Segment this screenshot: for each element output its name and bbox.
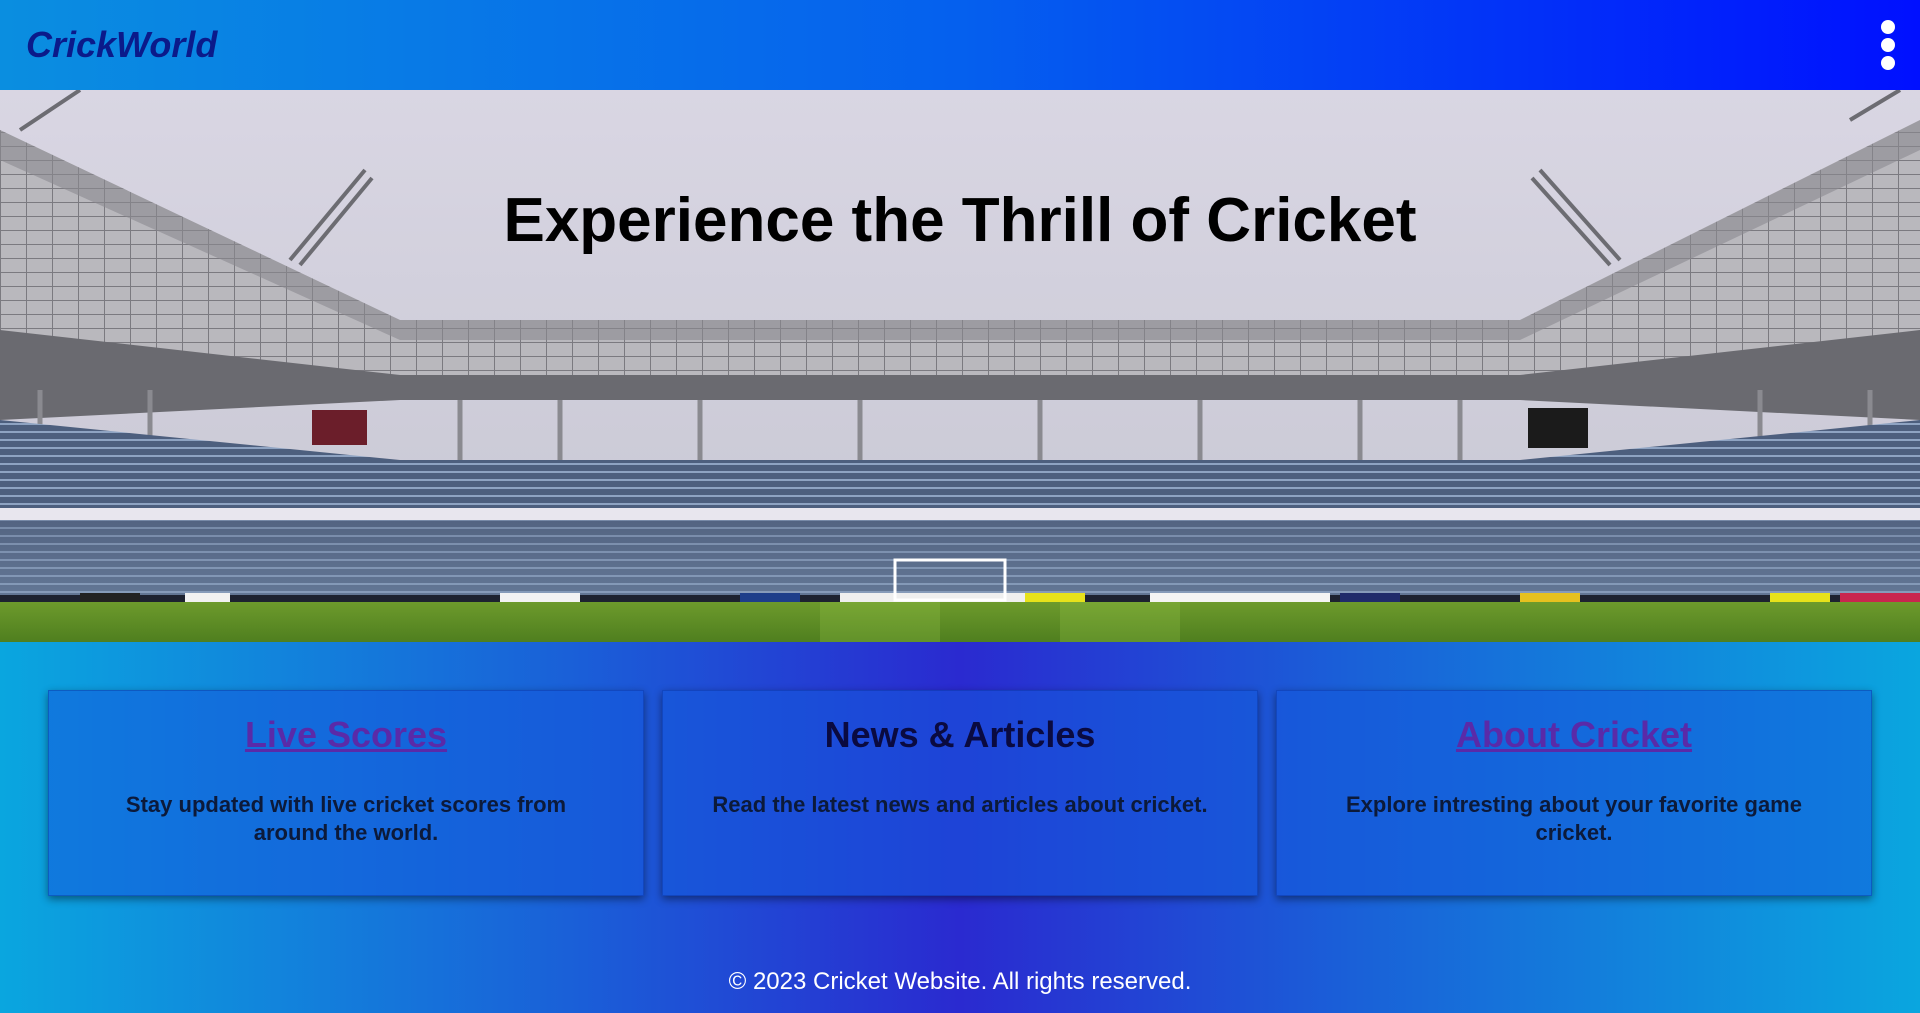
card-title: News & Articles [824,714,1096,755]
card-title: Live Scores [49,713,643,757]
vertical-dots-icon [1881,20,1895,34]
about-cricket-link[interactable]: About Cricket [1456,714,1692,755]
card-news-articles: News & Articles Read the latest news and… [662,690,1258,896]
site-logo[interactable]: CrickWorld [26,24,217,66]
footer-copyright: © 2023 Cricket Website. All rights reser… [728,968,1192,995]
card-title: About Cricket [1277,713,1871,757]
hero-banner: Experience the Thrill of Cricket [0,90,1920,642]
card-live-scores: Live Scores Stay updated with live crick… [48,690,644,896]
feature-cards: Live Scores Stay updated with live crick… [48,690,1872,896]
live-scores-link[interactable]: Live Scores [245,714,447,755]
card-about-cricket: About Cricket Explore intresting about y… [1276,690,1872,896]
hero-title: Experience the Thrill of Cricket [503,186,1417,255]
card-description: Read the latest news and articles about … [712,792,1208,817]
navbar: CrickWorld [0,0,1920,90]
menu-button[interactable] [1878,20,1898,70]
vertical-dots-icon [1881,38,1895,52]
card-description: Explore intresting about your favorite g… [1346,792,1802,845]
vertical-dots-icon [1881,56,1895,70]
stadium-image [0,90,1920,642]
card-description: Stay updated with live cricket scores fr… [125,792,567,845]
